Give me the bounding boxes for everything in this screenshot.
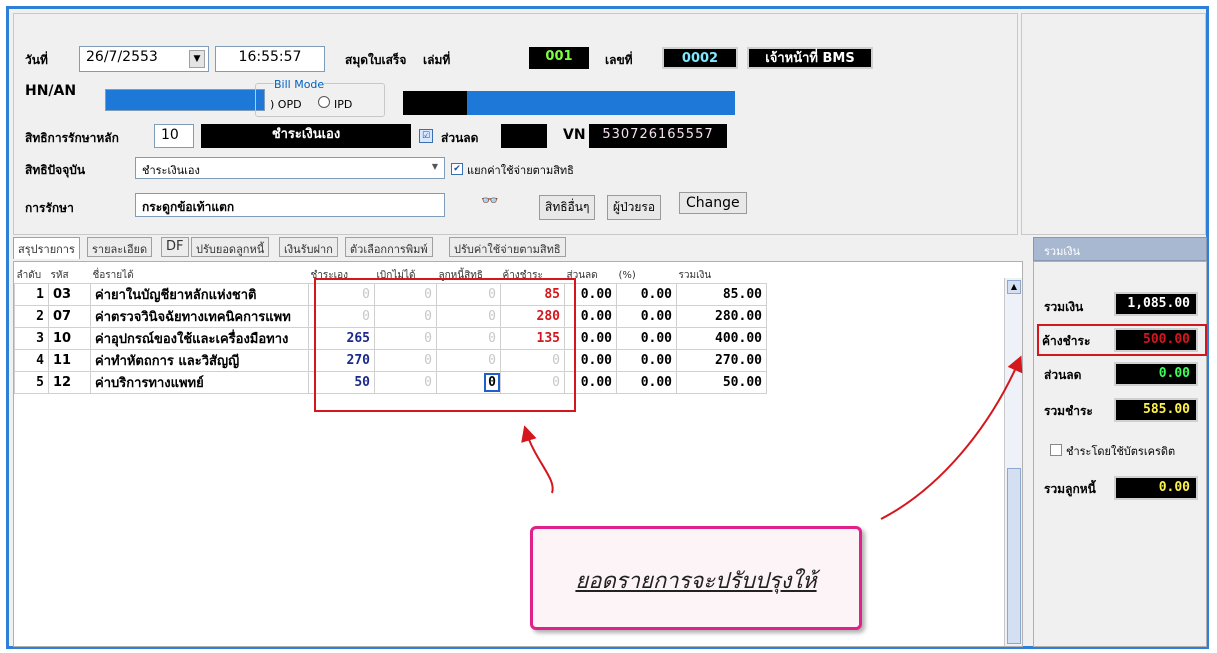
debtor-value: 0.00 <box>1114 476 1198 500</box>
summary-panel-title: รวมเงิน <box>1044 245 1080 258</box>
outstanding-label: ค้างชำระ <box>1042 334 1091 348</box>
paid-value: 585.00 <box>1114 398 1198 422</box>
credit-card-label: ชำระโดยใช้บัตรเครดิต <box>1066 445 1176 458</box>
arrow-to-outstanding <box>880 355 1023 520</box>
paid-label: รวมชำระ <box>1044 404 1093 418</box>
total-label: รวมเงิน <box>1044 300 1084 314</box>
summary-discount-value: 0.00 <box>1114 362 1198 386</box>
outstanding-value: 500.00 <box>1114 328 1198 352</box>
summary-panel: รวมเงิน 1,085.00 ค้างชำระ 500.00 ส่วนลด … <box>1033 261 1207 647</box>
credit-card-checkbox[interactable] <box>1050 444 1062 456</box>
debtor-label: รวมลูกหนี้ <box>1044 482 1096 496</box>
app-window: วันที่ 26/7/2553 ▼ 16:55:57 สมุดใบเสร็จ … <box>6 6 1209 649</box>
summary-discount-label: ส่วนลด <box>1044 368 1082 382</box>
annotation-arrows <box>521 355 1023 520</box>
summary-panel-header: รวมเงิน <box>1033 237 1207 261</box>
total-value: 1,085.00 <box>1114 292 1198 316</box>
arrow-to-table <box>521 425 554 494</box>
